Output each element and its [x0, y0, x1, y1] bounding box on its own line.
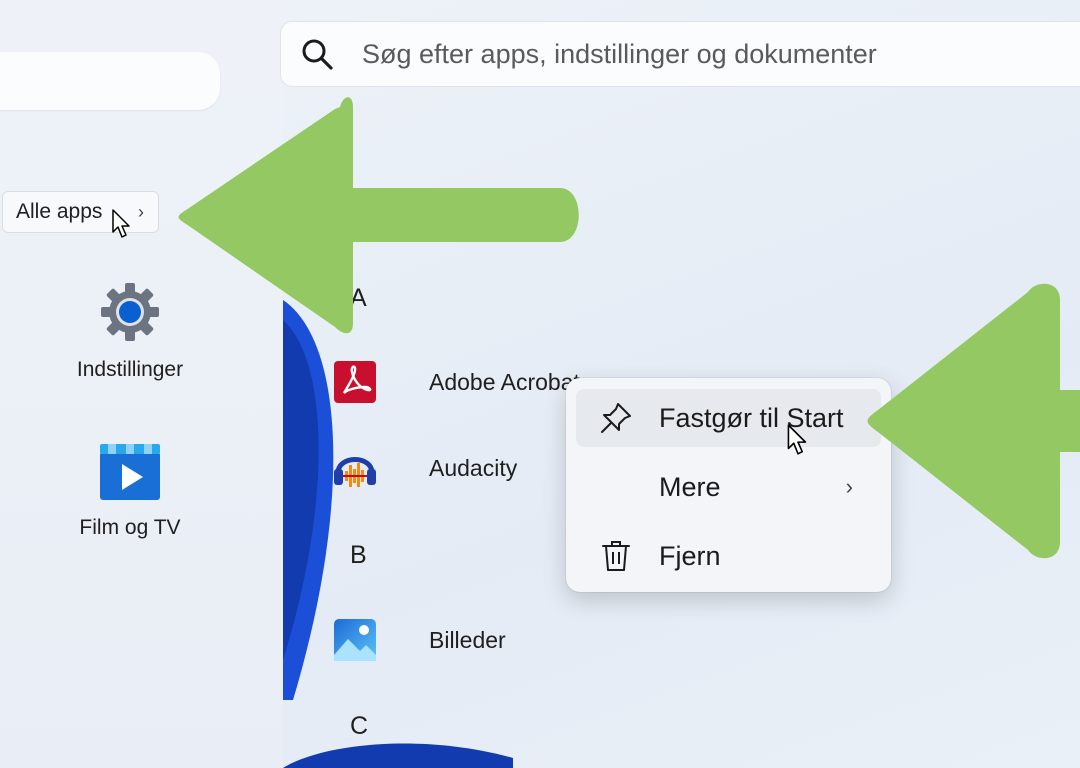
- context-item-label: Fastgør til Start: [659, 402, 844, 433]
- context-item-remove[interactable]: Fjern: [576, 527, 881, 585]
- film-tv-icon: [100, 444, 160, 500]
- start-search-bar[interactable]: [280, 21, 1080, 87]
- audacity-icon: [330, 443, 380, 493]
- photos-icon: [330, 615, 380, 665]
- context-item-label: Mere: [659, 471, 721, 502]
- annotation-arrow-left-icon: [867, 283, 1080, 559]
- all-apps-label: Alle apps: [16, 200, 103, 223]
- chevron-right-icon: ›: [138, 201, 144, 222]
- app-name: Billeder: [429, 626, 506, 653]
- context-item-pin-to-start[interactable]: Fastgør til Start: [576, 389, 881, 447]
- annotation-arrow-left-icon: [178, 97, 579, 334]
- pinned-app-label: Film og TV: [79, 516, 181, 539]
- mouse-cursor-icon: [787, 424, 807, 455]
- pinned-app-label: Indstillinger: [76, 358, 184, 381]
- group-header-c[interactable]: C: [350, 712, 368, 741]
- pin-icon: [601, 403, 631, 433]
- context-item-label: Fjern: [659, 540, 721, 571]
- search-icon: [302, 39, 333, 70]
- mouse-cursor-icon: [112, 209, 130, 238]
- trash-icon: [602, 541, 630, 571]
- group-header-b[interactable]: B: [350, 541, 367, 570]
- chevron-right-icon: ›: [845, 474, 853, 499]
- search-input[interactable]: [360, 37, 1064, 71]
- context-menu: Fastgør til Start Mere › Fjern: [566, 378, 891, 592]
- all-apps-button[interactable]: Alle apps ›: [2, 191, 159, 233]
- app-item-billeder[interactable]: Billeder: [330, 610, 610, 670]
- adobe-acrobat-icon: [330, 357, 380, 407]
- settings-gear-icon: [101, 283, 159, 341]
- context-item-more[interactable]: Mere ›: [576, 458, 881, 516]
- pinned-app-film-tv[interactable]: Film og TV: [60, 442, 200, 540]
- app-name: Adobe Acrobat: [429, 368, 580, 395]
- app-name: Audacity: [429, 454, 518, 481]
- wallpaper-swirl-bottom: [283, 738, 513, 768]
